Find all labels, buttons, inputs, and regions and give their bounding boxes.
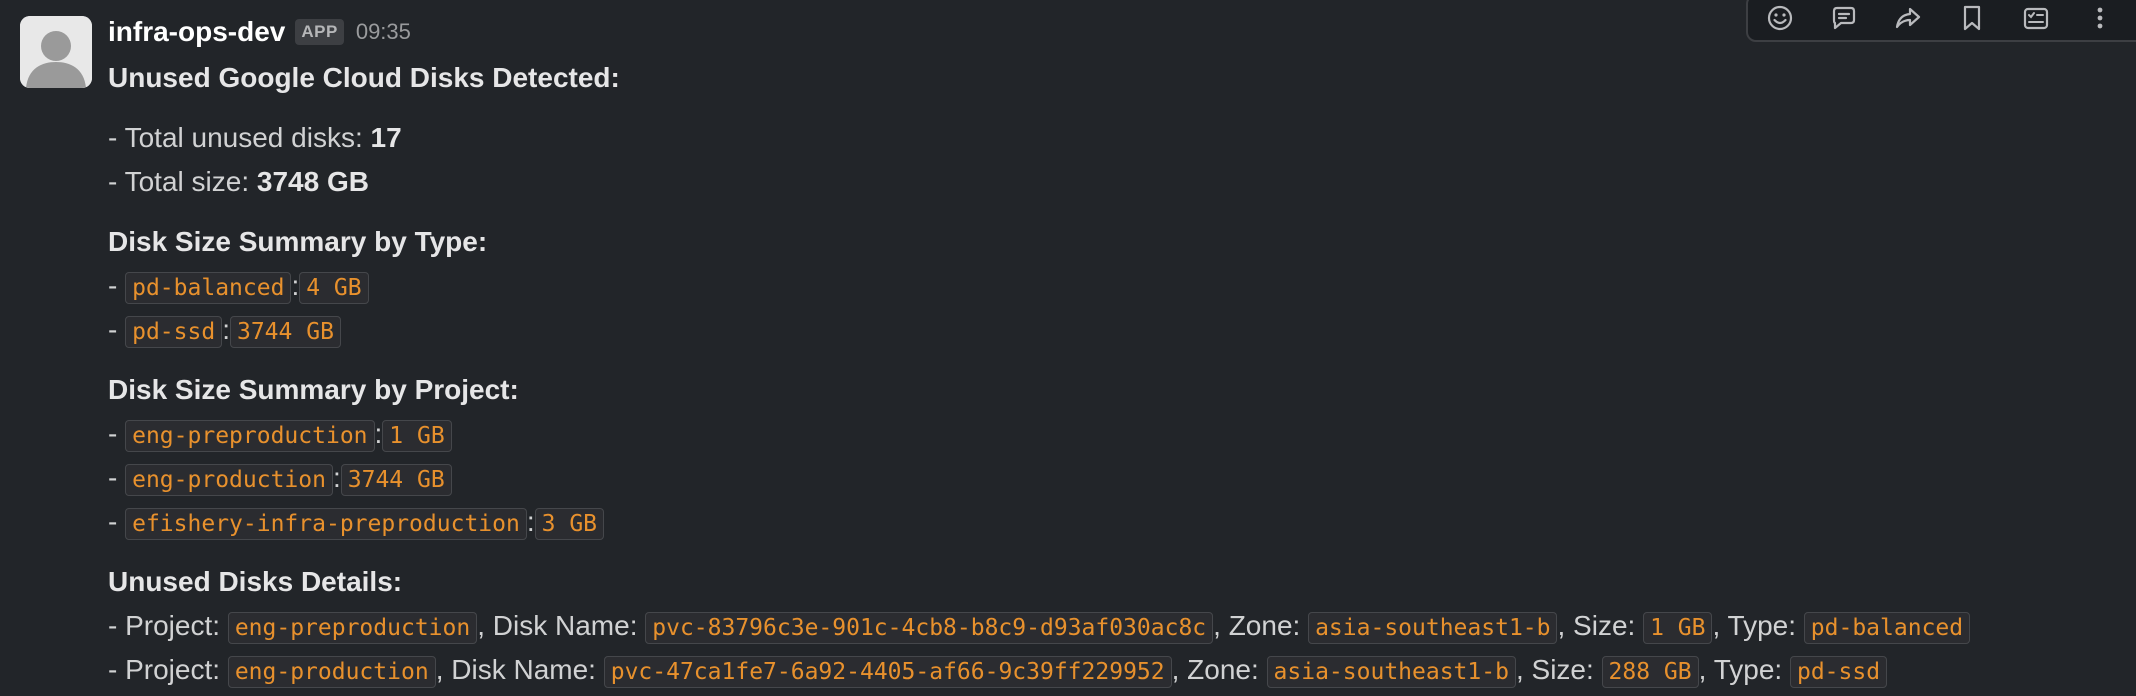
- disk-type-code: pd-balanced: [125, 272, 292, 304]
- sender-name[interactable]: infra-ops-dev: [108, 16, 285, 48]
- message-header: infra-ops-dev APP 09:35: [108, 12, 411, 52]
- zone-label: , Zone:: [1171, 654, 1267, 685]
- emoji-reaction-icon[interactable]: [1748, 0, 1812, 41]
- disk-detail-row: - Project: eng-production, Disk Name: pv…: [108, 648, 2128, 692]
- type-summary-item: - pd-balanced:4 GB: [108, 264, 2128, 308]
- bullet-dash: -: [108, 506, 126, 537]
- total-disks-label: - Total unused disks:: [108, 122, 363, 153]
- message-actions-toolbar: [1746, 0, 2136, 42]
- total-disks-value: 17: [370, 122, 402, 153]
- project-label: - Project:: [108, 610, 228, 641]
- type-label: , Type:: [1698, 654, 1790, 685]
- type-summary-item: - pd-ssd:3744 GB: [108, 308, 2128, 352]
- project-label: - Project:: [108, 654, 228, 685]
- reply-thread-icon[interactable]: [1812, 0, 1876, 41]
- disk-type-code: pd-balanced: [1803, 612, 1971, 644]
- disk-name-label: , Disk Name:: [435, 654, 604, 685]
- disk-size-code: 3744 GB: [229, 316, 341, 348]
- bullet-dash: -: [108, 314, 126, 345]
- bullet-dash: -: [108, 462, 126, 493]
- disk-name-code: pvc-83796c3e-901c-4cb8-b8c9-d93af030ac8c: [645, 612, 1214, 644]
- project-summary-item: - efishery-infra-preproduction:3 GB: [108, 500, 2128, 544]
- type-summary-heading: Disk Size Summary by Type:: [108, 226, 488, 257]
- add-task-icon[interactable]: [2004, 0, 2068, 41]
- zone-code: asia-southeast1-b: [1266, 656, 1516, 688]
- disk-size-code: 3744 GB: [340, 464, 452, 496]
- project-summary-item: - eng-production:3744 GB: [108, 456, 2128, 500]
- project-code: eng-production: [125, 464, 333, 496]
- bullet-dash: -: [108, 270, 126, 301]
- project-summary-heading: Disk Size Summary by Project:: [108, 374, 519, 405]
- size-label: , Size:: [1515, 654, 1602, 685]
- message-body: Unused Google Cloud Disks Detected: - To…: [108, 56, 2128, 692]
- total-size-value: 3748 GB: [256, 166, 369, 197]
- disk-detail-row: - Project: eng-preproduction, Disk Name:…: [108, 604, 2128, 648]
- total-size-line: - Total size: 3748 GB: [108, 160, 2128, 204]
- disk-name-label: , Disk Name:: [477, 610, 646, 641]
- timestamp[interactable]: 09:35: [356, 19, 411, 45]
- disk-type-code: pd-ssd: [1789, 656, 1888, 688]
- message-title: Unused Google Cloud Disks Detected:: [108, 62, 620, 93]
- zone-code: asia-southeast1-b: [1308, 612, 1558, 644]
- total-disks-line: - Total unused disks: 17: [108, 116, 2128, 160]
- bullet-dash: -: [108, 418, 126, 449]
- disk-size-code: 4 GB: [299, 272, 369, 304]
- disk-name-code: pvc-47ca1fe7-6a92-4405-af66-9c39ff229952: [603, 656, 1172, 688]
- project-code: eng-preproduction: [227, 612, 478, 644]
- project-code: eng-preproduction: [125, 420, 375, 452]
- disk-type-code: pd-ssd: [125, 316, 223, 348]
- more-actions-icon[interactable]: [2068, 0, 2132, 41]
- disk-size-code: 288 GB: [1601, 656, 1699, 688]
- disk-size-code: 3 GB: [534, 508, 605, 540]
- disk-size-code: 1 GB: [1643, 612, 1713, 644]
- app-badge: APP: [295, 19, 344, 45]
- total-size-label: - Total size:: [108, 166, 250, 197]
- disk-size-code: 1 GB: [382, 420, 452, 452]
- share-forward-icon[interactable]: [1876, 0, 1940, 41]
- avatar[interactable]: [20, 16, 92, 88]
- type-label: , Type:: [1712, 610, 1804, 641]
- zone-label: , Zone:: [1213, 610, 1309, 641]
- size-label: , Size:: [1557, 610, 1644, 641]
- project-code: eng-production: [227, 656, 436, 688]
- project-code: efishery-infra-preproduction: [125, 508, 527, 540]
- project-summary-item: - eng-preproduction:1 GB: [108, 412, 2128, 456]
- bookmark-icon[interactable]: [1940, 0, 2004, 41]
- user-silhouette-icon: [20, 16, 92, 88]
- details-heading: Unused Disks Details:: [108, 566, 403, 597]
